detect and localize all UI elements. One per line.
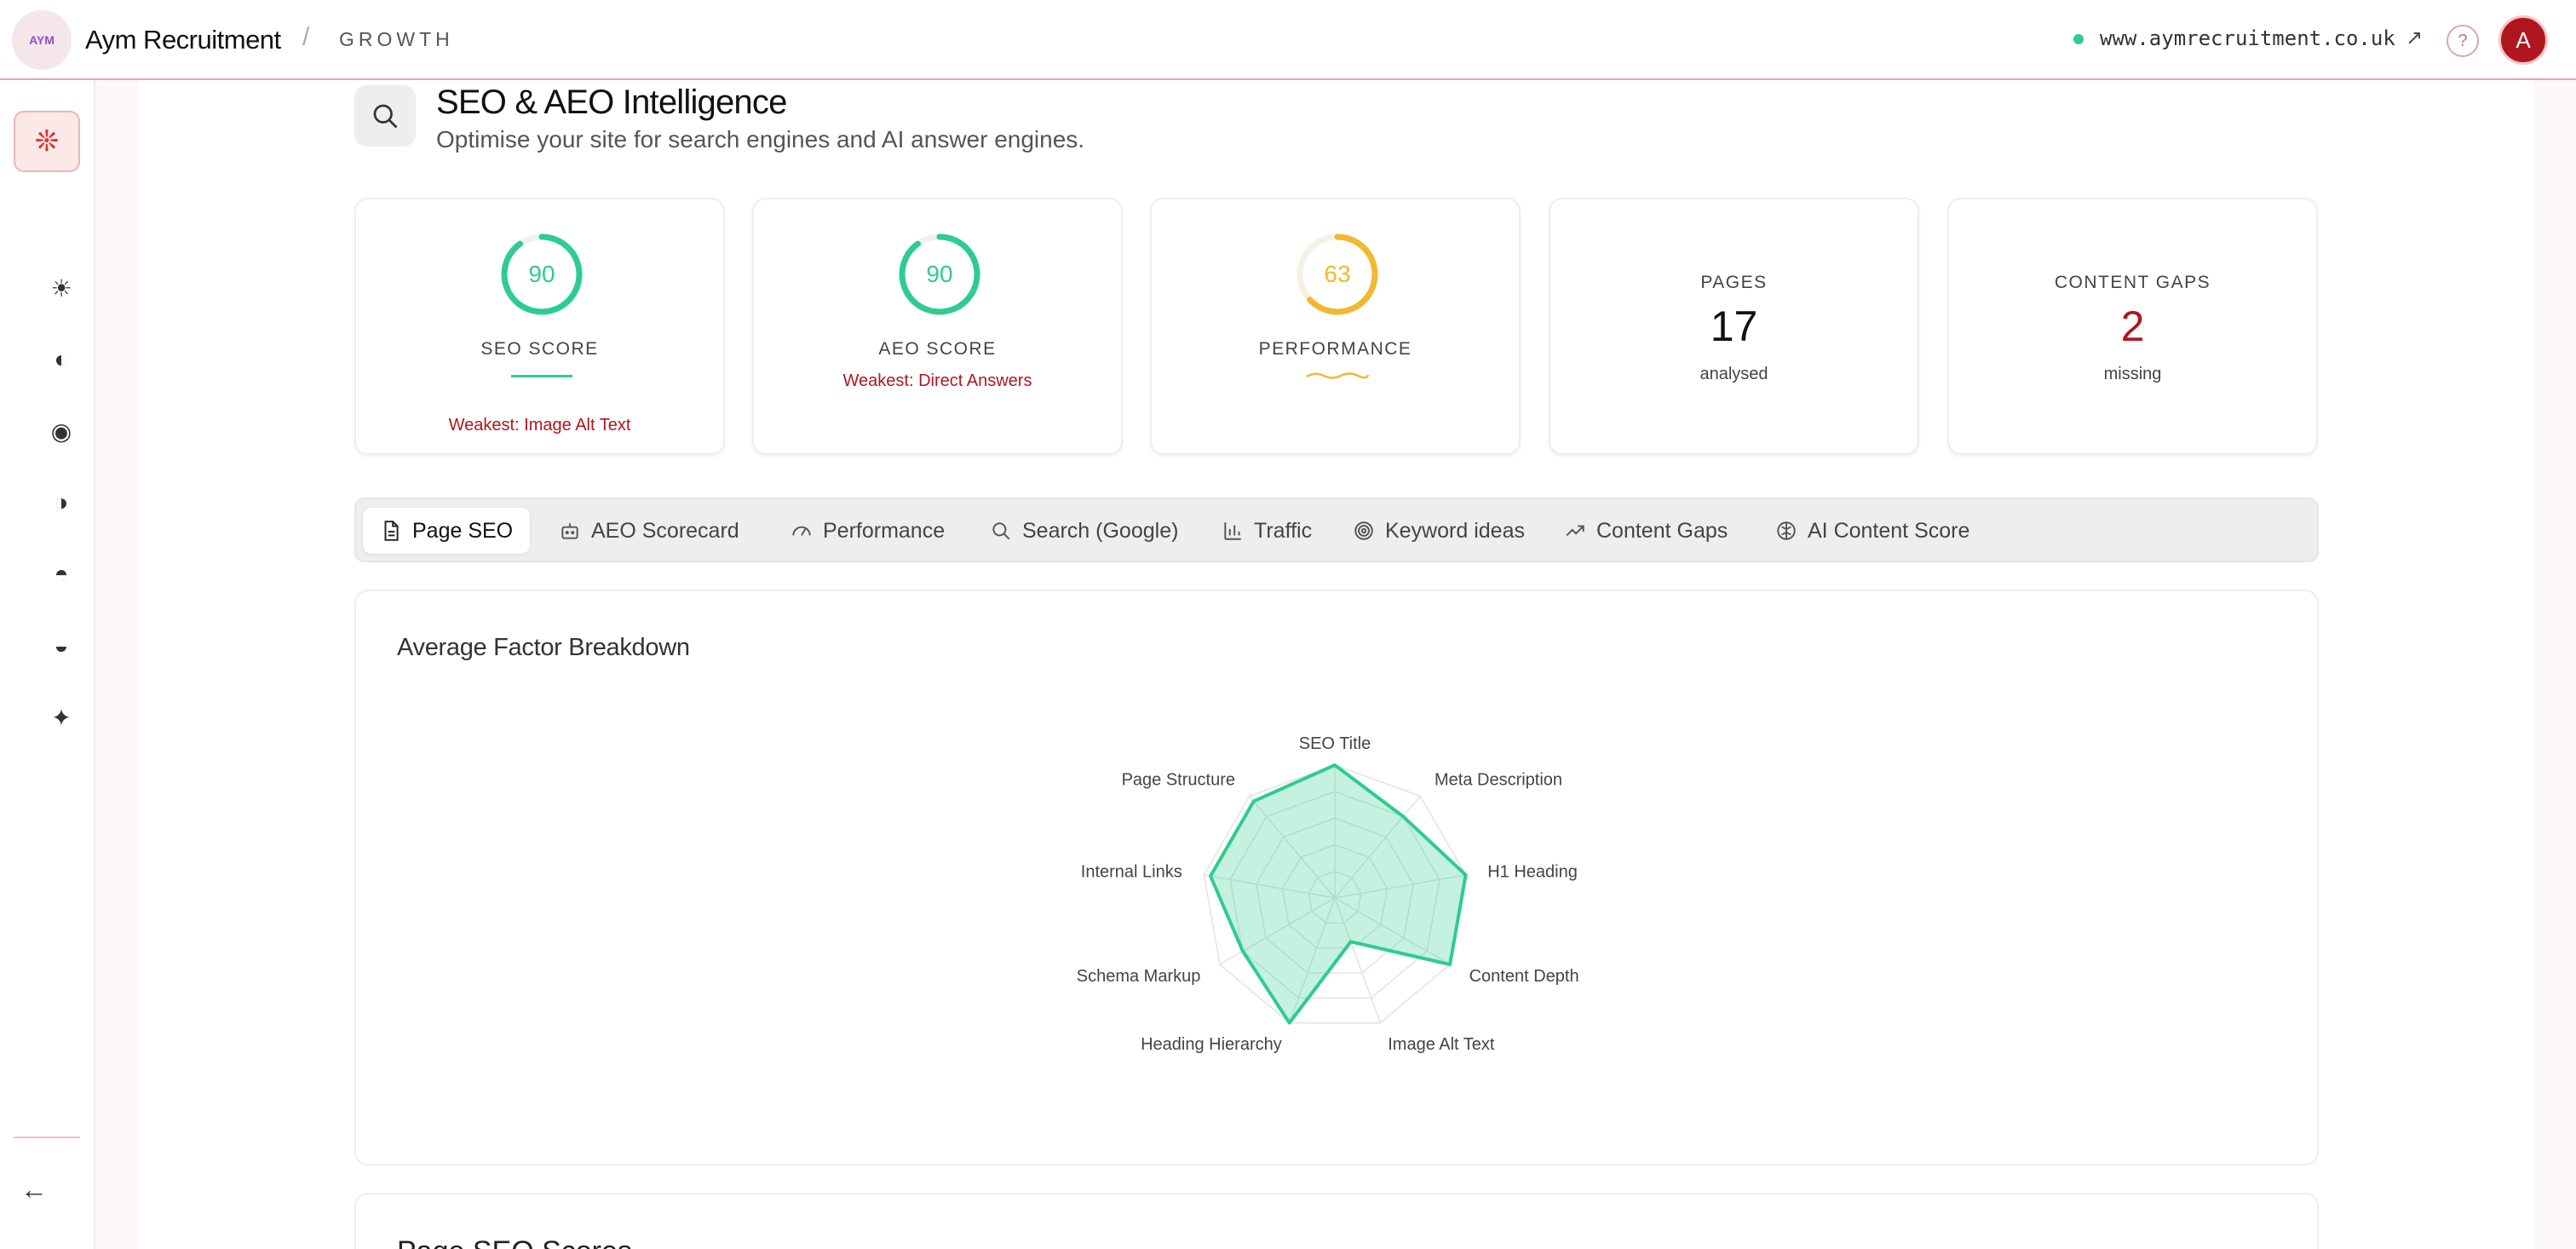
radar-axis-label: SEO Title [1299, 734, 1371, 753]
top-bar: AYM Aym Recruitment / GROWTH www.aymrecr… [0, 0, 2576, 80]
radar-axis-label: Page Structure [1122, 771, 1235, 790]
seo-score-card[interactable]: 90 SEO SCORE Weakest: Image Alt Text [354, 198, 725, 455]
factor-radar-chart: SEO Title Meta Description H1 Heading Conte… [1077, 734, 1579, 1054]
breadcrumb-separator: / [302, 23, 310, 51]
sidebar-divider [14, 1137, 80, 1138]
performance-label: PERFORMANCE [1258, 339, 1412, 359]
tab-search-google-label: Search (Google) [1022, 518, 1179, 543]
document-icon [384, 521, 399, 541]
content-gaps-label: CONTENT GAPS [2054, 273, 2211, 292]
seo-score-label: SEO SCORE [480, 339, 599, 359]
aeo-weakest-factor: Weakest: Direct Answers [842, 371, 1032, 390]
sparkle-icon[interactable]: ✦ [43, 699, 80, 736]
pages-label: PAGES [1700, 273, 1768, 292]
aeo-score-value: 90 [926, 261, 953, 287]
sidebar: ❊ ☀ ◐ ◉ ◑ ◓ ◒ ✦ ← [0, 80, 95, 1249]
pages-sub: analysed [1699, 365, 1768, 383]
page-seo-scores-title: Page SEO Scores [397, 1235, 632, 1249]
contrast-icon[interactable]: ◑ [43, 484, 80, 521]
search-icon [354, 85, 416, 147]
radar-axis-label: Internal Links [1081, 862, 1182, 881]
collapse-sidebar-button[interactable]: ← [20, 1174, 48, 1206]
tab-aeo-scorecard-label: AEO Scorecard [591, 518, 739, 543]
tab-performance[interactable]: Performance [773, 508, 962, 554]
brand-name[interactable]: Aym Recruitment [85, 25, 281, 55]
gauge-icon [792, 526, 811, 536]
page-seo-scores-panel: Page SEO Scores [354, 1193, 2319, 1249]
main-content: SEO & AEO Intelligence Optimise your sit… [138, 80, 2534, 1249]
tab-content-gaps-label: Content Gaps [1596, 518, 1728, 543]
pages-value: 17 [1710, 302, 1758, 350]
tab-aeo-scorecard[interactable]: AEO Scorecard [542, 508, 756, 554]
tab-traffic-label: Traffic [1254, 518, 1313, 543]
trend-icon [1566, 525, 1584, 537]
pages-card[interactable]: PAGES 17 analysed [1549, 198, 1919, 455]
page-title: SEO & AEO Intelligence [436, 83, 787, 121]
avatar[interactable]: A [2498, 15, 2548, 65]
section-name: GROWTH [339, 28, 454, 50]
tab-performance-label: Performance [823, 518, 946, 543]
site-status-dot [2073, 34, 2084, 44]
aeo-score-label: AEO SCORE [878, 339, 997, 359]
content-gaps-card[interactable]: CONTENT GAPS 2 missing [1947, 198, 2318, 455]
content-gaps-sub: missing [2103, 365, 2162, 383]
tab-traffic[interactable]: Traffic [1205, 508, 1329, 554]
asterisk-icon: ❊ [34, 125, 60, 158]
tab-ai-content-score-label: AI Content Score [1808, 518, 1970, 543]
target-icon[interactable]: ◉ [43, 412, 80, 450]
radar-axis-label: Schema Markup [1077, 967, 1201, 986]
performance-value: 63 [1324, 261, 1351, 287]
performance-card[interactable]: 63 PERFORMANCE [1150, 198, 1521, 455]
brand-logo-text: AYM [29, 33, 55, 47]
half-circle-icon[interactable]: ◐ [43, 341, 80, 378]
tab-search-google[interactable]: Search (Google) [973, 508, 1195, 554]
brain-icon [1777, 521, 1796, 540]
performance-sparkline [1306, 372, 1370, 379]
radar-axis-label: Meta Description [1435, 771, 1562, 790]
tab-keyword-ideas[interactable]: Keyword ideas [1336, 508, 1542, 554]
tab-bar: Page SEO AEO Scorecard Performance Searc… [354, 498, 2319, 562]
seo-score-bar [511, 375, 572, 377]
site-url-link[interactable]: www.aymrecruitment.co.uk [2100, 26, 2395, 50]
aeo-score-card[interactable]: 90 AEO SCORE Weakest: Direct Answers [752, 198, 1123, 455]
tab-page-seo[interactable]: Page SEO [363, 508, 531, 554]
external-link-icon[interactable]: ↗ [2406, 26, 2423, 50]
radar-axis-label: H1 Heading [1487, 862, 1578, 881]
radar-axis-label: Content Depth [1469, 967, 1579, 986]
tab-keyword-ideas-label: Keyword ideas [1385, 518, 1525, 543]
radar-series-area [1209, 763, 1468, 1025]
factor-breakdown-panel: Average Factor Breakdown SEO Title Meta D… [354, 590, 2319, 1166]
search-icon [992, 522, 1010, 540]
bottom-half-circle-icon[interactable]: ◒ [43, 627, 80, 665]
tab-ai-content-score[interactable]: AI Content Score [1758, 508, 1987, 554]
page-subtitle: Optimise your site for search engines an… [436, 126, 1085, 153]
top-half-circle-icon[interactable]: ◓ [43, 555, 80, 593]
brand-logo[interactable]: AYM [12, 10, 72, 70]
robot-icon [561, 523, 578, 539]
sidebar-home-button[interactable]: ❊ [14, 111, 80, 172]
radar-axis-label: Image Alt Text [1388, 1035, 1495, 1054]
content-gaps-value: 2 [2120, 302, 2145, 350]
seo-weakest-factor: Weakest: Image Alt Text [448, 416, 631, 435]
tab-page-seo-label: Page SEO [412, 518, 514, 543]
help-button[interactable]: ? [2447, 25, 2479, 57]
tab-content-gaps[interactable]: Content Gaps [1547, 508, 1745, 554]
sun-icon[interactable]: ☀ [43, 269, 80, 307]
seo-score-value: 90 [528, 261, 555, 287]
radar-axis-label: Heading Hierarchy [1141, 1035, 1282, 1054]
bar-chart-icon [1224, 522, 1241, 540]
target-icon [1354, 521, 1373, 540]
